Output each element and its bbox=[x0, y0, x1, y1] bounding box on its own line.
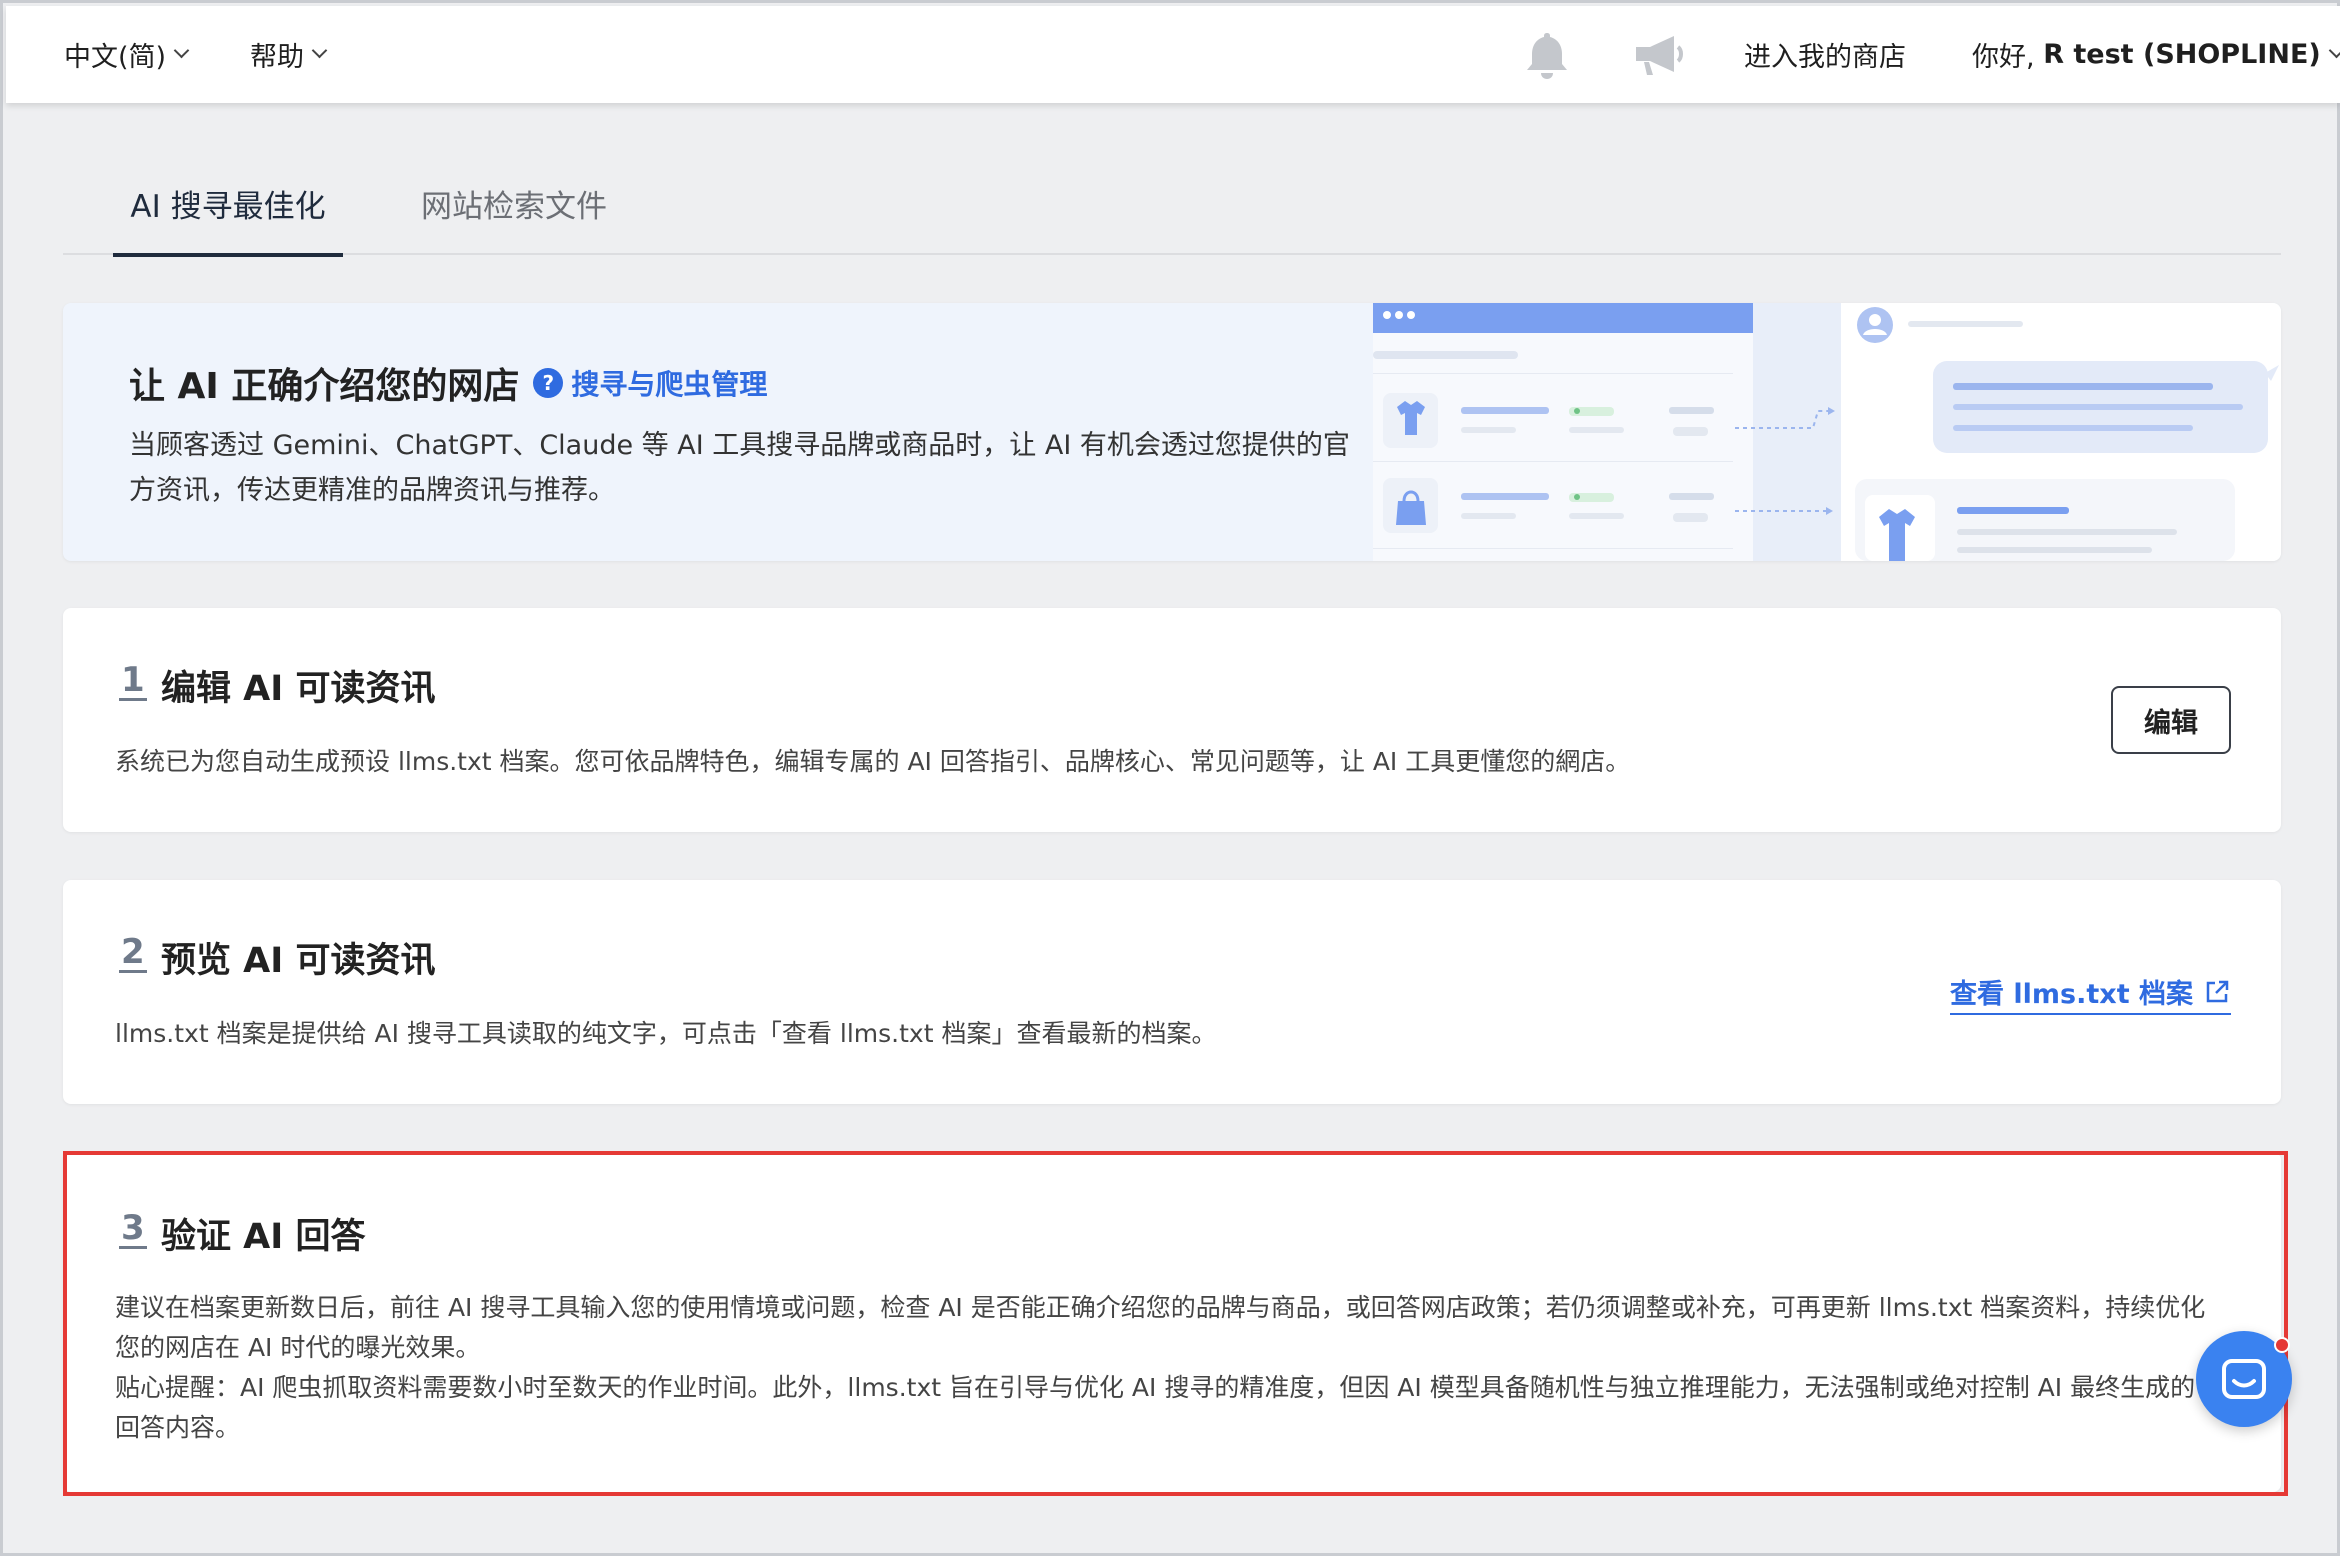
chevron-down-icon bbox=[2328, 42, 2340, 59]
tab-site-index-files[interactable]: 网站检索文件 bbox=[421, 163, 607, 255]
announcements-button[interactable] bbox=[1632, 6, 1686, 103]
tab-label: 网站检索文件 bbox=[421, 189, 607, 225]
help-circle-icon: ? bbox=[533, 368, 564, 398]
language-label: 中文(简) bbox=[64, 42, 167, 73]
help-link-label: 搜寻与爬虫管理 bbox=[571, 368, 768, 401]
intro-banner: 让 AI 正确介绍您的网店 ? 搜寻与爬虫管理 当顾客透过 Gemini、Cha… bbox=[63, 303, 2281, 561]
step-number: 2 bbox=[119, 932, 147, 973]
highlight-box bbox=[63, 1151, 2288, 1496]
edit-button[interactable]: 编辑 bbox=[2111, 686, 2231, 754]
chevron-down-icon bbox=[311, 42, 328, 59]
page-tabs: AI 搜寻最佳化 网站检索文件 bbox=[63, 163, 2281, 257]
view-llms-txt-link[interactable]: 查看 llms.txt 档案 bbox=[1950, 972, 2231, 1015]
chat-icon bbox=[2222, 1359, 2266, 1399]
banner-title: 让 AI 正确介绍您的网店 bbox=[129, 366, 520, 407]
enter-my-store-link[interactable]: 进入我的商店 bbox=[1744, 6, 1906, 103]
help-menu[interactable]: 帮助 bbox=[250, 6, 328, 103]
chevron-down-icon bbox=[173, 42, 190, 59]
app-window: 中文(简) 帮助 进入我的商店 你好, R test (SHOPLINE) AI… bbox=[0, 0, 2340, 1556]
megaphone-icon bbox=[1636, 35, 1683, 75]
greeting-label: 你好, bbox=[1972, 42, 2035, 73]
user-name: R test (SHOPLINE) bbox=[2043, 39, 2321, 70]
step-description: 系统已为您自动生成预设 llms.txt 档案。您可依品牌特色，编辑专属的 AI… bbox=[115, 747, 1631, 776]
bell-icon bbox=[1527, 32, 1567, 79]
enter-store-label: 进入我的商店 bbox=[1744, 42, 1906, 73]
external-link-icon bbox=[2206, 980, 2229, 1002]
tab-ai-search-optimization[interactable]: AI 搜寻最佳化 bbox=[113, 163, 343, 257]
step-card-preview: 2 预览 AI 可读资讯 llms.txt 档案是提供给 AI 搜寻工具读取的纯… bbox=[63, 880, 2281, 1104]
step-card-edit: 1 编辑 AI 可读资讯 系统已为您自动生成预设 llms.txt 档案。您可依… bbox=[63, 608, 2281, 832]
ai-product-illustration bbox=[1373, 303, 2281, 561]
top-navigation-bar: 中文(简) 帮助 进入我的商店 你好, R test (SHOPLINE) bbox=[6, 6, 2340, 103]
view-link-label: 查看 llms.txt 档案 bbox=[1950, 979, 2193, 1010]
chat-support-button[interactable] bbox=[2196, 1331, 2292, 1427]
user-menu[interactable]: 你好, R test (SHOPLINE) bbox=[1972, 6, 2340, 103]
unread-indicator bbox=[2274, 1337, 2290, 1353]
step-title: 预览 AI 可读资讯 bbox=[161, 941, 436, 981]
banner-description: 当顾客透过 Gemini、ChatGPT、Claude 等 AI 工具搜寻品牌或… bbox=[129, 430, 1350, 506]
search-crawler-management-link[interactable]: ? 搜寻与爬虫管理 bbox=[533, 363, 767, 403]
step-description: llms.txt 档案是提供给 AI 搜寻工具读取的纯文字，可点击「查看 llm… bbox=[115, 1019, 1217, 1048]
help-label: 帮助 bbox=[250, 42, 304, 73]
step-number: 1 bbox=[119, 660, 147, 701]
step-title: 编辑 AI 可读资讯 bbox=[161, 669, 436, 709]
tab-label: AI 搜寻最佳化 bbox=[130, 189, 326, 225]
language-selector[interactable]: 中文(简) bbox=[64, 6, 190, 103]
banner-heading: 让 AI 正确介绍您的网店 ? 搜寻与爬虫管理 bbox=[129, 357, 767, 409]
notifications-button[interactable] bbox=[1522, 6, 1572, 103]
